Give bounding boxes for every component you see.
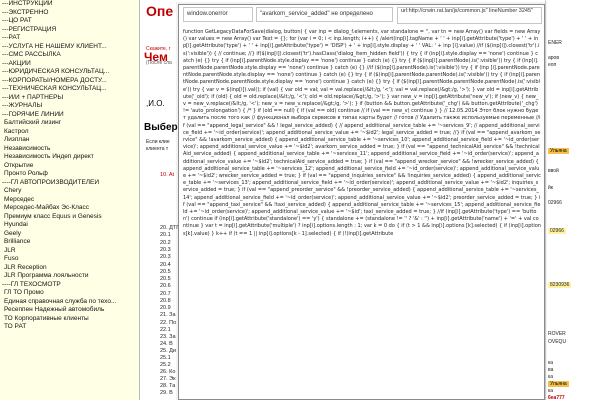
right-column-text: 02966	[548, 228, 566, 234]
nav-item[interactable]: JLR Программа лояльности	[0, 272, 139, 281]
service-list-item[interactable]: 22.1	[160, 327, 171, 333]
right-column-text: ка	[548, 374, 554, 380]
service-list-item[interactable]: 23. За	[160, 334, 176, 340]
operator-name: ,И.О.	[146, 99, 165, 108]
nav-item[interactable]: Fuso	[0, 255, 139, 264]
service-list-item[interactable]: 20.3	[160, 254, 171, 260]
left-nav-panel: ---ИНСТРУКЦИИ ---ЭКСТРЕННО ---ЦО РАТ ---РЕГ…	[0, 0, 140, 400]
service-list-item[interactable]: 27. Эк	[160, 376, 176, 382]
nav-item[interactable]: ---ЮРИДИЧЕСКАЯ КОНСУЛЬТАЦ...	[0, 68, 139, 77]
nav-item[interactable]: ---ГОРЯЧИЕ ЛИНИИ	[0, 111, 139, 120]
service-list-item[interactable]: 25.1	[160, 355, 171, 361]
instruction-line: клиента т	[146, 146, 169, 152]
right-column-text: 6еа777	[548, 395, 565, 400]
service-list-item[interactable]: 22. По	[160, 320, 176, 326]
nav-item[interactable]: Независимость	[0, 145, 139, 154]
service-list-item[interactable]: 29. В	[160, 390, 173, 396]
nav-item[interactable]: Hyundai	[0, 221, 139, 230]
nav-item[interactable]: ТО Корпоративные клиенты	[0, 315, 139, 324]
nav-item[interactable]: ---УСЛУГА НЕ НАШЕМУ КЛИЕНТ...	[0, 43, 139, 52]
dialog-header: window.onerror "avarkom_service_added" н…	[179, 5, 544, 27]
nav-item[interactable]: Премиум класс Equus и Genesis	[0, 213, 139, 222]
nav-item[interactable]: Независимость Индеп директ	[0, 153, 139, 162]
nav-item[interactable]: ---РАТ	[0, 34, 139, 43]
nav-item[interactable]: Лизплан	[0, 136, 139, 145]
service-list-item[interactable]: 20.9	[160, 305, 171, 311]
nav-item[interactable]: Мерседес-Майбах Эс-Класс	[0, 204, 139, 213]
nav-item[interactable]: ---ЭКСТРЕННО	[0, 9, 139, 18]
nav-item[interactable]: Единая справочная служба по техо...	[0, 298, 139, 307]
service-list-item[interactable]: 20.5	[160, 269, 171, 275]
error-message-field: "avarkom_service_added" не определено	[256, 7, 393, 22]
nav-item[interactable]: JLR	[0, 247, 139, 256]
service-list-item[interactable]: 20.4	[160, 262, 171, 268]
nav-item[interactable]: Geely	[0, 230, 139, 239]
service-list-item[interactable]: 20.5	[160, 276, 171, 282]
right-column-text: ROVER	[548, 331, 566, 337]
choose-heading: Выбер	[144, 122, 178, 133]
nav-item[interactable]: ---КОРПОРАТЫ/НОМЕРА ДОСТУ...	[0, 77, 139, 86]
service-list-item[interactable]: 20.6	[160, 283, 171, 289]
error-source-field: window.onerror	[183, 7, 253, 22]
service-list-item[interactable]: 10. At	[160, 172, 174, 178]
service-list-item[interactable]: 20.1	[160, 232, 171, 238]
nav-item[interactable]: Ресеппен Надежный автомобиль	[0, 306, 139, 315]
right-column-text: ва	[548, 367, 554, 373]
right-column-text: ка	[548, 388, 554, 394]
right-column-text: Ульяна	[548, 381, 569, 387]
nav-item[interactable]: ----ГЛ ТЕХОСМОТР	[0, 281, 139, 290]
service-list-item[interactable]: 20.3	[160, 247, 171, 253]
instruction-line: Если клие	[146, 139, 170, 145]
nav-item[interactable]: Пронто Рольф	[0, 170, 139, 179]
nav-item[interactable]: ---И/И + ПАРТНЕРЫ	[0, 94, 139, 103]
nav-item[interactable]: ---ЖУРНАЛЫ	[0, 102, 139, 111]
service-list-item[interactable]: 25. Ди	[160, 348, 176, 354]
service-list-item[interactable]: 21. За	[160, 312, 176, 318]
nav-item[interactable]: Brilliance	[0, 238, 139, 247]
page-title: Опе	[146, 3, 174, 19]
nav-item[interactable]: Chery	[0, 187, 139, 196]
prompt-text: Скажите, г	[146, 46, 171, 52]
error-code-text: function GetLegacyDataForSave(dialog, bu…	[183, 29, 541, 237]
nav-item[interactable]: ГЛ ТО Промо	[0, 289, 139, 298]
right-column-text: Ульяна	[548, 148, 569, 154]
right-info-column: ENER аров еоп Ульяна ввой йк 02966 02966 8230936…	[545, 0, 600, 400]
service-list-item[interactable]: 20.2	[160, 240, 171, 246]
right-column-text: еоп	[548, 62, 557, 68]
nav-item[interactable]: ---ИНСТРУКЦИИ	[0, 0, 139, 9]
nav-item[interactable]: ---ЦО РАТ	[0, 17, 139, 26]
service-list-item[interactable]: 20.7	[160, 291, 171, 297]
service-list-item[interactable]: 25.2	[160, 362, 171, 368]
nav-item[interactable]: ---СМС РАССЫЛКА	[0, 51, 139, 60]
right-column-text: ENER	[548, 40, 562, 46]
nav-item[interactable]: ТО РАТ	[0, 323, 139, 332]
right-column-text: йк	[548, 185, 553, 191]
nav-item[interactable]: ---АКЦИИ	[0, 60, 139, 69]
nav-item[interactable]: ----ГЛ АВТОПРОИЗВОДИТЕЛЕЙ	[0, 179, 139, 188]
right-column-text: ка	[548, 360, 554, 366]
right-column-text: 02966	[548, 200, 562, 206]
right-column-text: OVEQU	[548, 339, 567, 345]
prompt-note: (После сла	[146, 60, 172, 66]
right-column-text: аров	[548, 55, 559, 61]
script-error-dialog: window.onerror "avarkom_service_added" н…	[178, 4, 545, 400]
service-list-item[interactable]: 24. В	[160, 341, 173, 347]
nav-item[interactable]: Кастрол	[0, 128, 139, 137]
service-list-item[interactable]: 20.8	[160, 298, 171, 304]
nav-item[interactable]: ---РЕГИСТРАЦИЯ	[0, 26, 139, 35]
service-list-item[interactable]: 28. Та	[160, 383, 175, 389]
error-location-field: url:http://crwin.rat.lan/js/common.js" l…	[397, 7, 542, 24]
nav-item[interactable]: Балтийский лизинг	[0, 119, 139, 128]
right-column-text: ввой	[548, 168, 559, 174]
right-column-text: 8230936	[548, 282, 572, 288]
nav-item[interactable]: JLR Reception	[0, 264, 139, 273]
service-list-item[interactable]: 26. Ко	[160, 369, 175, 375]
nav-item[interactable]: ---ТЕХНИЧЕСКАЯ КОНСУЛЬТАЦ...	[0, 85, 139, 94]
nav-item[interactable]: Открытие	[0, 162, 139, 171]
nav-item[interactable]: Мерседес	[0, 196, 139, 205]
